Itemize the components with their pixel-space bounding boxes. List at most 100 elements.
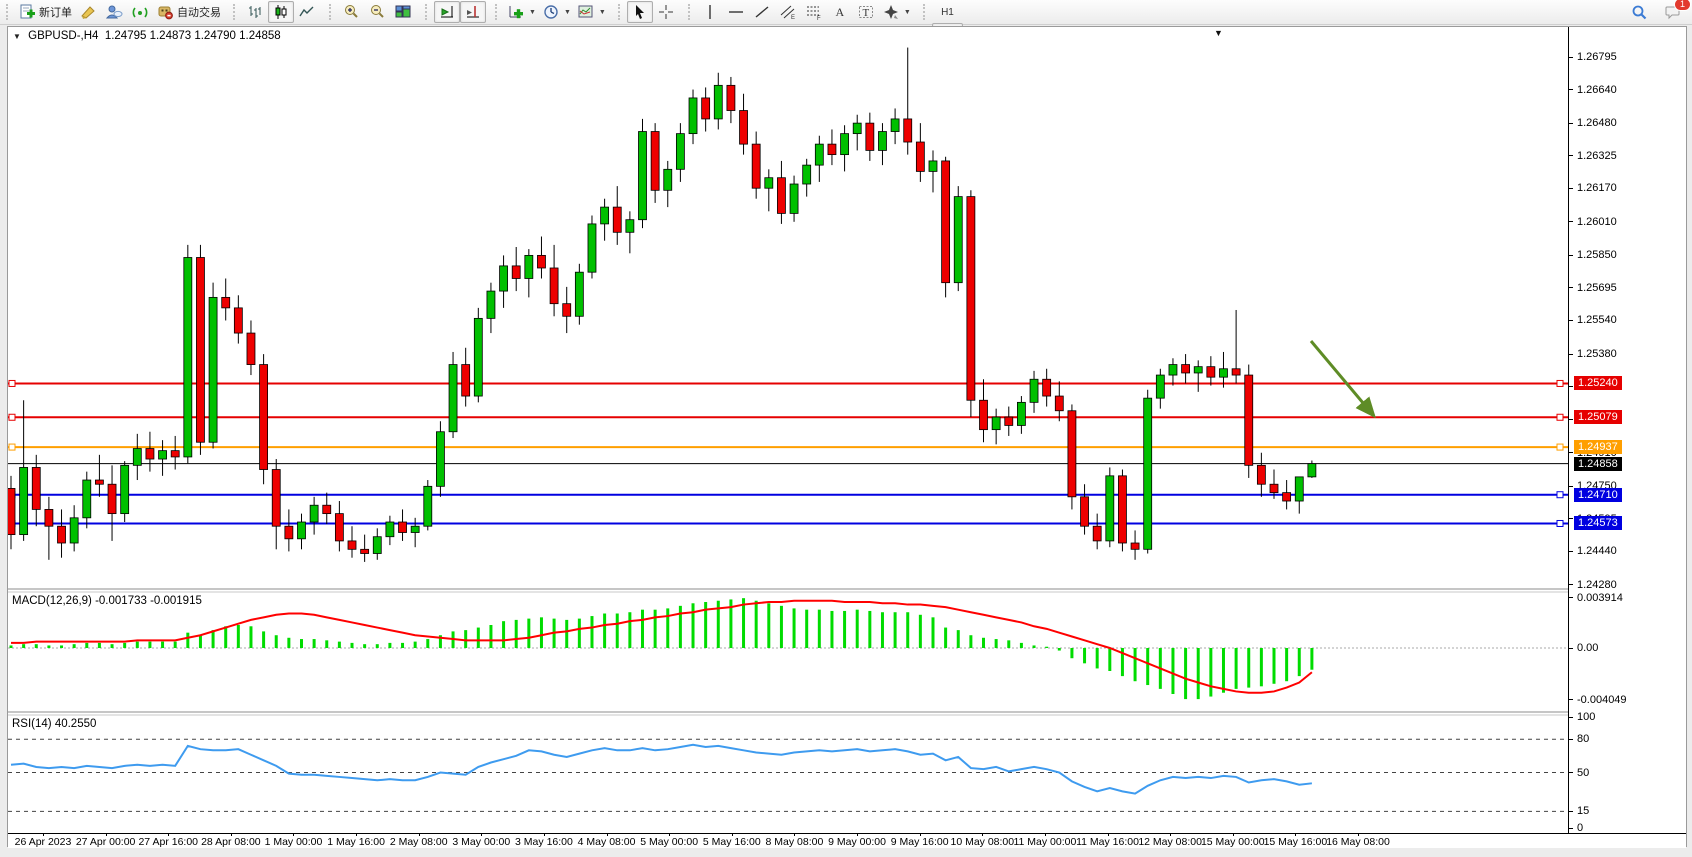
toolbar-drag-handle xyxy=(6,4,12,20)
line-handle[interactable] xyxy=(1557,520,1563,526)
annotation-arrow[interactable] xyxy=(1311,341,1374,416)
candle-body xyxy=(83,480,91,518)
candle-body xyxy=(260,365,268,470)
vertical-line-button[interactable] xyxy=(697,1,723,23)
toolbar-drag-handle xyxy=(425,4,431,20)
text-label-button[interactable]: T xyxy=(853,1,879,23)
candle-body xyxy=(310,505,318,522)
candle-body xyxy=(1017,402,1025,425)
trendline-button[interactable] xyxy=(749,1,775,23)
horizontal-line-button[interactable] xyxy=(723,1,749,23)
price-tag[interactable]: 1.24858 xyxy=(1574,457,1622,471)
candle-body xyxy=(45,509,53,526)
candle-body xyxy=(815,144,823,165)
zoom-out-button[interactable] xyxy=(364,1,390,23)
line-chart-button[interactable] xyxy=(294,1,320,23)
candle-body xyxy=(146,449,154,459)
cursor-button[interactable] xyxy=(627,1,653,23)
candle-body xyxy=(1194,367,1202,373)
indicators-button[interactable]: ▼ xyxy=(504,1,539,23)
autotrading-label: 自动交易 xyxy=(177,4,221,20)
price-tick-label: 1.26170 xyxy=(1577,182,1617,194)
candle-body xyxy=(777,178,785,214)
time-tick-label: 5 May 16:00 xyxy=(703,836,761,848)
chart-shift-button[interactable] xyxy=(460,1,486,23)
candle-body xyxy=(1182,365,1190,373)
line-handle[interactable] xyxy=(9,444,15,450)
dropdown-caret-icon: ▼ xyxy=(904,9,911,16)
highlighter-button[interactable] xyxy=(75,1,101,23)
candle-body xyxy=(1232,369,1240,375)
time-tick-label: 1 May 16:00 xyxy=(327,836,385,848)
line-handle[interactable] xyxy=(1557,380,1563,386)
price-tag[interactable]: 1.24573 xyxy=(1574,516,1622,530)
price-tag[interactable]: 1.24937 xyxy=(1574,440,1622,454)
line-handle[interactable] xyxy=(1557,414,1563,420)
one-click-trading-arrow-icon[interactable]: ▼ xyxy=(1214,28,1223,38)
timeframe-button-h1[interactable]: H1 xyxy=(932,1,963,23)
price-tag[interactable]: 1.24710 xyxy=(1574,488,1622,502)
zoom-in-button[interactable] xyxy=(338,1,364,23)
axis-tick-mark xyxy=(1569,518,1573,519)
candle-body xyxy=(866,123,874,150)
price-axis[interactable]: 1.267951.266401.264801.263251.261701.260… xyxy=(1568,27,1687,833)
axis-tick-mark xyxy=(1569,717,1573,718)
candle-body xyxy=(449,365,457,432)
text-button[interactable]: A xyxy=(827,1,853,23)
auto-scroll-button[interactable] xyxy=(434,1,460,23)
templates-button[interactable]: ▼ xyxy=(574,1,609,23)
fibonacci-button[interactable]: F xyxy=(801,1,827,23)
candle-body xyxy=(1055,396,1063,411)
line-handle[interactable] xyxy=(9,414,15,420)
axis-tick-mark xyxy=(1569,739,1573,740)
line-handle[interactable] xyxy=(9,380,15,386)
new-order-button[interactable]: 新订单 xyxy=(15,1,75,23)
candle-body xyxy=(563,304,571,317)
candle-body xyxy=(525,255,533,278)
candle-body xyxy=(891,119,899,132)
time-tick-label: 11 May 16:00 xyxy=(1076,836,1139,848)
time-tick-label: 2 May 08:00 xyxy=(390,836,448,848)
time-axis[interactable]: 26 Apr 202327 Apr 00:0027 Apr 16:0028 Ap… xyxy=(8,833,1686,848)
community-button[interactable] xyxy=(101,1,127,23)
rsi-tick-label: 100 xyxy=(1577,711,1595,723)
toolbar-drag-handle xyxy=(688,4,694,20)
search-button[interactable] xyxy=(1626,1,1652,23)
candle-body xyxy=(980,400,988,429)
macd-tick-label: -0.004049 xyxy=(1577,694,1627,706)
rsi-line xyxy=(11,745,1312,794)
tile-windows-button[interactable] xyxy=(390,1,416,23)
candle-body xyxy=(32,467,40,509)
candle-body xyxy=(537,255,545,268)
candle-body xyxy=(828,144,836,154)
chart-ohlc-values: 1.24795 1.24873 1.24790 1.24858 xyxy=(105,30,281,42)
signals-button[interactable] xyxy=(127,1,153,23)
price-tag[interactable]: 1.25079 xyxy=(1574,410,1622,424)
bar-chart-button[interactable] xyxy=(242,1,268,23)
chart-collapse-icon[interactable]: ▼ xyxy=(13,32,21,41)
search-icon xyxy=(1630,3,1648,21)
candle-body xyxy=(285,526,293,539)
notifications-button[interactable]: 1 xyxy=(1660,1,1686,23)
autotrading-button[interactable]: 自动交易 xyxy=(153,1,224,23)
candle-body xyxy=(1308,464,1316,477)
candle-body xyxy=(626,220,634,233)
tile-windows-icon xyxy=(394,3,412,21)
price-tag[interactable]: 1.25240 xyxy=(1574,376,1622,390)
rsi-tick-label: 50 xyxy=(1577,767,1589,779)
candle-body xyxy=(1106,476,1114,541)
zoom-out-icon xyxy=(368,3,386,21)
candle-body xyxy=(588,224,596,272)
community-icon xyxy=(105,3,123,21)
chart-plot-area[interactable]: MACD(12,26,9) -0.001733 -0.001915 RSI(14… xyxy=(8,27,1568,833)
arrows-button[interactable]: ▼ xyxy=(879,1,914,23)
line-handle[interactable] xyxy=(1557,444,1563,450)
time-tick-label: 9 May 00:00 xyxy=(828,836,886,848)
equidistant-channel-button[interactable]: E xyxy=(775,1,801,23)
periods-button[interactable]: ▼ xyxy=(539,1,574,23)
line-handle[interactable] xyxy=(1557,492,1563,498)
candle-body xyxy=(272,470,280,527)
candlestick-chart-button[interactable] xyxy=(268,1,294,23)
svg-text:F: F xyxy=(817,16,821,21)
crosshair-button[interactable] xyxy=(653,1,679,23)
